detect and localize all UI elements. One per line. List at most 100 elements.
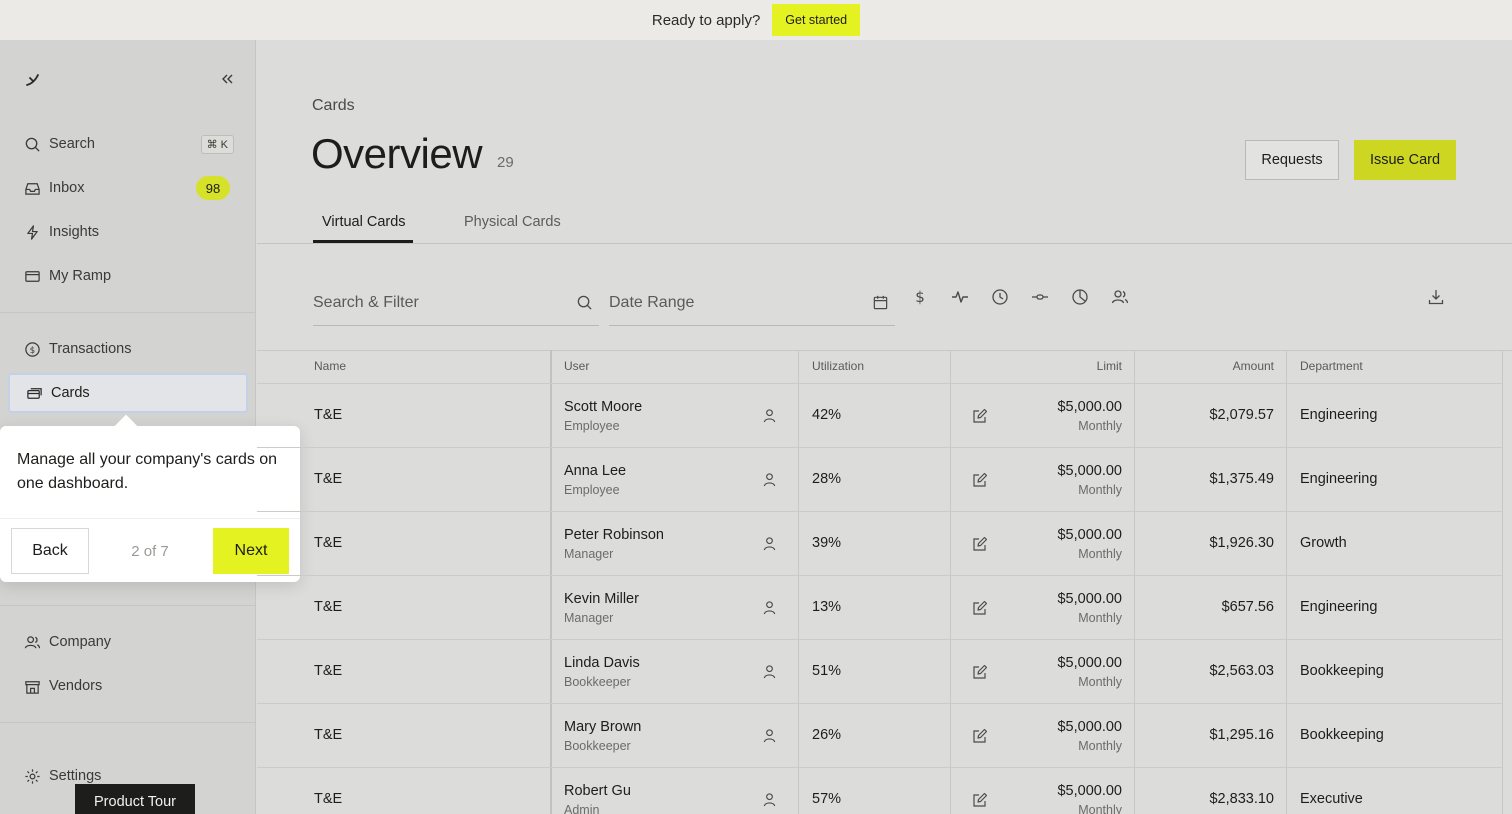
table-row[interactable]: T&E Kevin Miller Manager 13% $5,000.00 Monthl…: [257, 575, 1502, 639]
limit-period: Monthly: [1078, 675, 1122, 689]
column-divider: [1502, 350, 1503, 814]
date-range-placeholder: Date Range: [609, 293, 695, 311]
card-name: T&E: [314, 471, 343, 487]
svg-text:$: $: [915, 288, 925, 306]
edit-limit-icon[interactable]: [972, 472, 988, 488]
sidebar-item-search[interactable]: Search ⌘ K: [8, 124, 248, 164]
card-name: T&E: [314, 599, 343, 615]
limit-value: $5,000.00: [1057, 655, 1122, 671]
user-icon[interactable]: [762, 664, 777, 679]
calendar-icon: [873, 295, 888, 310]
user-name: Mary Brown: [564, 719, 642, 735]
sidebar-item-label: Vendors: [49, 678, 103, 694]
user-role: Bookkeeper: [564, 675, 631, 689]
clock-filter-icon[interactable]: [991, 288, 1009, 306]
amount-value: $2,833.10: [1209, 791, 1274, 807]
user-icon[interactable]: [762, 408, 777, 423]
column-header-utilization[interactable]: Utilization: [812, 359, 864, 373]
issue-card-button[interactable]: Issue Card: [1354, 140, 1456, 180]
download-icon[interactable]: [1427, 288, 1445, 306]
sidebar-item-transactions[interactable]: $ Transactions: [8, 329, 248, 369]
user-role: Admin: [564, 803, 600, 814]
user-icon[interactable]: [762, 792, 777, 807]
limit-period: Monthly: [1078, 419, 1122, 433]
edit-limit-icon[interactable]: [972, 792, 988, 808]
sidebar-item-vendors[interactable]: Vendors: [8, 666, 248, 706]
user-icon[interactable]: [762, 472, 777, 487]
table-row[interactable]: T&E Anna Lee Employee 28% $5,000.00 Monthly $1…: [257, 447, 1502, 511]
utilization-value: 42%: [812, 407, 842, 423]
card-name: T&E: [314, 727, 343, 743]
tour-message: Manage all your company's cards on one d…: [17, 451, 278, 492]
search-icon: [577, 295, 592, 310]
dollar-circle-icon: $: [25, 341, 40, 357]
tour-back-button[interactable]: Back: [11, 528, 89, 574]
card-icon: [25, 270, 40, 282]
sidebar-item-my-ramp[interactable]: My Ramp: [8, 256, 248, 296]
people-filter-icon[interactable]: [1111, 288, 1129, 306]
sidebar-item-inbox[interactable]: Inbox 98: [8, 168, 248, 208]
table-row[interactable]: T&E Scott Moore Employee 42% $5,000.00 Monthl…: [257, 383, 1502, 447]
search-filter-input[interactable]: Search & Filter: [313, 280, 599, 326]
inbox-count-badge: 98: [196, 176, 230, 200]
tab-physical-cards[interactable]: Physical Cards: [464, 214, 561, 230]
utilization-value: 39%: [812, 535, 842, 551]
amount-value: $2,563.03: [1209, 663, 1274, 679]
sidebar-item-cards[interactable]: Cards: [8, 373, 248, 413]
user-icon[interactable]: [762, 600, 777, 615]
breadcrumb[interactable]: Cards: [312, 97, 355, 115]
column-header-limit[interactable]: Limit: [1097, 359, 1122, 373]
lightning-icon: [27, 224, 38, 240]
column-header-name[interactable]: Name: [314, 359, 346, 373]
user-role: Manager: [564, 547, 614, 561]
get-started-button[interactable]: Get started: [772, 4, 861, 36]
pie-chart-filter-icon[interactable]: [1071, 288, 1089, 306]
collapse-sidebar-icon[interactable]: [218, 70, 236, 88]
limit-value: $5,000.00: [1057, 399, 1122, 415]
ramp-logo-icon[interactable]: [24, 70, 42, 88]
cards-icon: [27, 387, 42, 399]
activity-filter-icon[interactable]: [951, 288, 969, 306]
edit-limit-icon[interactable]: [972, 536, 988, 552]
utilization-value: 26%: [812, 727, 842, 743]
department-value: Engineering: [1300, 407, 1378, 423]
limit-value: $5,000.00: [1057, 463, 1122, 479]
edit-limit-icon[interactable]: [972, 600, 988, 616]
card-name: T&E: [314, 663, 343, 679]
limit-period: Monthly: [1078, 803, 1122, 814]
table-row[interactable]: T&E Mary Brown Bookkeeper 26% $5,000.00 Month…: [257, 703, 1502, 767]
table-row[interactable]: T&E Robert Gu Admin 57% $5,000.00 Monthly $2,8…: [257, 767, 1502, 814]
utilization-value: 57%: [812, 791, 842, 807]
edit-limit-icon[interactable]: [972, 664, 988, 680]
user-icon[interactable]: [762, 728, 777, 743]
table-row[interactable]: T&E Linda Davis Bookkeeper 51% $5,000.00 Mont…: [257, 639, 1502, 703]
sidebar-divider: [0, 722, 255, 723]
sidebar-item-label: Settings: [49, 768, 102, 784]
card-count: 29: [497, 154, 514, 171]
table-row[interactable]: T&E Peter Robinson Manager 39% $5,000.00 Mont…: [257, 511, 1502, 575]
tab-virtual-cards[interactable]: Virtual Cards: [322, 214, 406, 230]
slider-filter-icon[interactable]: [1031, 288, 1049, 306]
sidebar-item-label: Company: [49, 634, 112, 650]
product-tour-button[interactable]: Product Tour: [75, 784, 195, 814]
department-value: Executive: [1300, 791, 1363, 807]
amount-filter-icon[interactable]: $: [911, 288, 929, 306]
edit-limit-icon[interactable]: [972, 408, 988, 424]
user-icon[interactable]: [762, 536, 777, 551]
user-role: Manager: [564, 611, 614, 625]
user-name: Anna Lee: [564, 463, 627, 479]
utilization-value: 28%: [812, 471, 842, 487]
date-range-input[interactable]: Date Range: [609, 280, 895, 326]
requests-button[interactable]: Requests: [1245, 140, 1339, 180]
gear-icon: [25, 768, 40, 784]
limit-period: Monthly: [1078, 739, 1122, 753]
user-name: Peter Robinson: [564, 527, 664, 543]
sidebar-item-company[interactable]: Company: [8, 622, 248, 662]
limit-value: $5,000.00: [1057, 527, 1122, 543]
card-name: T&E: [314, 407, 343, 423]
column-header-user[interactable]: User: [564, 359, 589, 373]
edit-limit-icon[interactable]: [972, 728, 988, 744]
sidebar-item-insights[interactable]: Insights: [8, 212, 248, 252]
column-header-department[interactable]: Department: [1300, 359, 1363, 373]
column-header-amount[interactable]: Amount: [1233, 359, 1274, 373]
